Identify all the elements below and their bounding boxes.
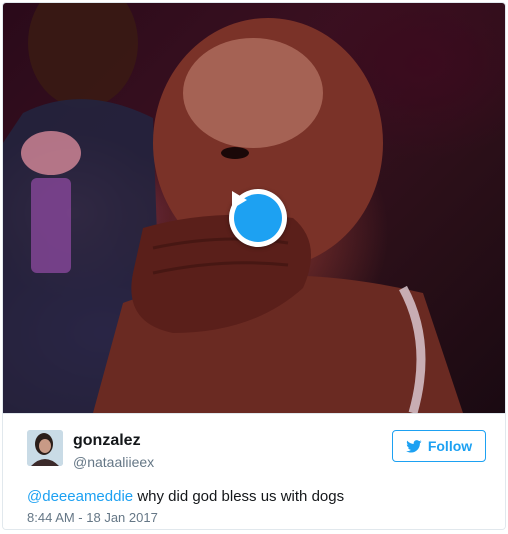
avatar[interactable] <box>27 430 63 466</box>
mention-link[interactable]: @deeeameddie <box>27 488 133 505</box>
follow-label: Follow <box>427 438 473 454</box>
follow-button[interactable]: Follow <box>392 430 486 462</box>
play-button[interactable] <box>229 189 287 247</box>
play-icon <box>232 191 282 242</box>
tweet-text: @deeeameddie why did god bless us with d… <box>27 488 344 505</box>
twitter-bird-icon <box>406 439 422 453</box>
tweet-text-body: why did god bless us with dogs <box>137 488 345 505</box>
video-thumbnail[interactable] <box>3 3 505 413</box>
display-name[interactable]: gonzalez <box>73 432 141 450</box>
tweet-timestamp[interactable]: 8:44 AM - 18 Jan 2017 <box>27 510 158 525</box>
tweet-body: gonzalez @nataaliieex Follow @deeeameddi… <box>3 413 505 529</box>
tweet-card: gonzalez @nataaliieex Follow @deeeameddi… <box>2 2 506 530</box>
user-handle[interactable]: @nataaliieex <box>73 454 154 470</box>
